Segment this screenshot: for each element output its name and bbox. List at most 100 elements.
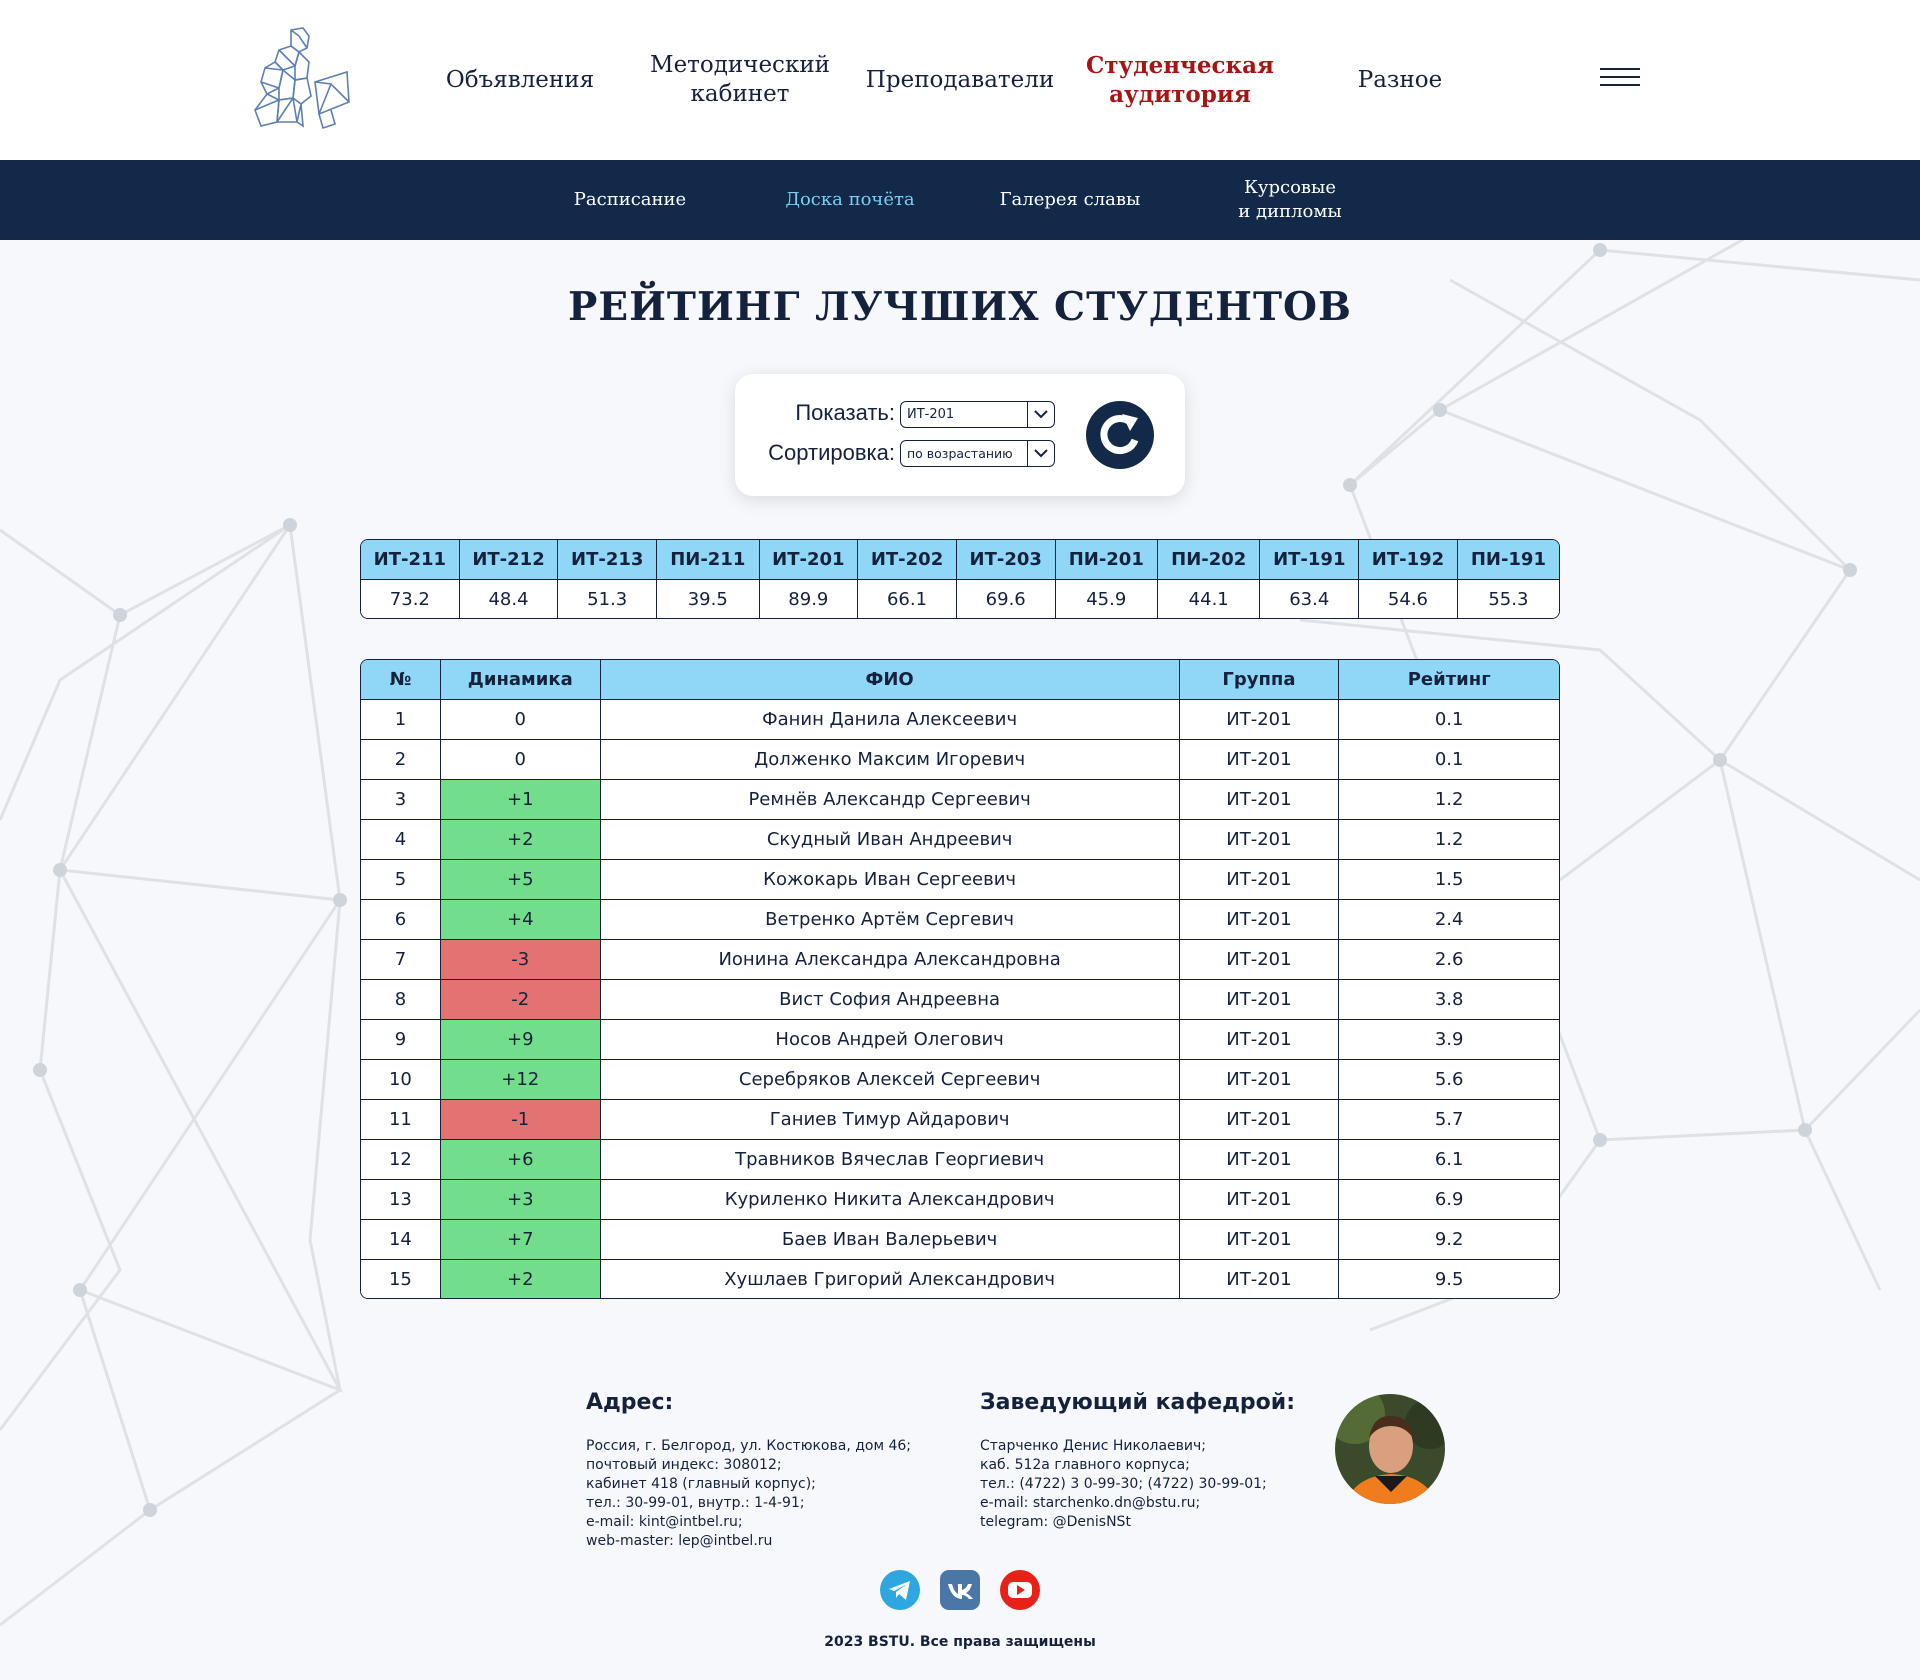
cell-group: ИТ-201 [1179, 940, 1340, 980]
subnav-coursework[interactable]: Курсовые и дипломы [1200, 160, 1380, 240]
group-header-cell: ИТ-213 [558, 540, 658, 580]
cell-group: ИТ-201 [1179, 1100, 1340, 1140]
header-rating[interactable]: Рейтинг [1339, 660, 1559, 700]
group-score-cell: 89.9 [759, 580, 859, 618]
nav-methodical-office[interactable]: Методический кабинет [645, 0, 835, 160]
group-header-cell: ПИ-201 [1055, 540, 1158, 580]
sort-select-value: по возрастанию [907, 446, 1013, 461]
sort-select[interactable]: по возрастанию [900, 440, 1055, 467]
student-rating-table: № Динамика ФИО Группа Рейтинг 1 0 Фанин Да… [360, 659, 1560, 1299]
head-of-department-title: Заведующий кафедрой: [980, 1390, 1295, 1415]
table-row: 3 +1 Ремнёв Александр Сергеевич ИТ-201 1.2 [361, 780, 1559, 820]
nav-student-auditorium[interactable]: Студенческая аудитория [1080, 0, 1280, 160]
table-row: 7 -3 Ионина Александра Александровна ИТ-201… [361, 940, 1559, 980]
cell-name: Ионина Александра Александровна [600, 940, 1180, 980]
cell-name: Вист София Андреевна [600, 980, 1180, 1020]
group-select[interactable]: ИТ-201 [900, 401, 1055, 428]
table-row: 1 0 Фанин Данила Алексеевич ИТ-201 0.1 [361, 700, 1559, 740]
refresh-icon[interactable] [1085, 400, 1155, 470]
cell-name: Кожокарь Иван Сергеевич [600, 860, 1180, 900]
cell-group: ИТ-201 [1179, 740, 1340, 780]
cell-dynamics: +2 [440, 1260, 601, 1298]
thinker-computer-logo[interactable] [245, 22, 357, 134]
vk-icon[interactable] [940, 1570, 980, 1610]
group-header-cell: ПИ-211 [657, 540, 760, 580]
cell-group: ИТ-201 [1179, 780, 1340, 820]
cell-name: Ремнёв Александр Сергеевич [600, 780, 1180, 820]
cell-dynamics: -2 [440, 980, 601, 1020]
sort-label: Сортировка: [768, 440, 895, 465]
cell-num: 12 [361, 1140, 441, 1180]
cell-name: Долженко Максим Игоревич [600, 740, 1180, 780]
group-header-cell: ИТ-212 [459, 540, 559, 580]
group-header-cell: ИТ-191 [1260, 540, 1360, 580]
cell-name: Травников Вячеслав Георгиевич [600, 1140, 1180, 1180]
head-of-department-text: Старченко Денис Николаевич; каб. 512а гл… [980, 1438, 1267, 1530]
address-title: Адрес: [586, 1390, 674, 1415]
header-num[interactable]: № [361, 660, 441, 700]
cell-dynamics: -3 [440, 940, 601, 980]
show-label: Показать: [795, 400, 895, 425]
filter-panel: Показать: ИТ-201 Сортировка: по возраста… [735, 374, 1185, 496]
cell-dynamics: +5 [440, 860, 601, 900]
group-score-cell: 51.3 [558, 580, 658, 618]
cell-dynamics: +12 [440, 1060, 601, 1100]
group-score-cell: 44.1 [1158, 580, 1261, 618]
table-row: 12 +6 Травников Вячеслав Георгиевич ИТ-201 6… [361, 1140, 1559, 1180]
table-row: 9 +9 Носов Андрей Олегович ИТ-201 3.9 [361, 1020, 1559, 1060]
chevron-down-icon [1027, 441, 1054, 466]
cell-rating: 1.5 [1339, 860, 1559, 900]
burger-menu-icon[interactable] [1600, 68, 1640, 90]
header-group[interactable]: Группа [1179, 660, 1340, 700]
cell-dynamics: +9 [440, 1020, 601, 1060]
cell-rating: 2.4 [1339, 900, 1559, 940]
nav-announcements[interactable]: Объявления [440, 0, 600, 160]
group-score-row: 73.2 48.4 51.3 39.5 89.9 66.1 69.6 45.9 44.1 63.4… [361, 580, 1559, 618]
top-header: Объявления Методический кабинет Преподав… [0, 0, 1920, 160]
cell-rating: 9.5 [1339, 1260, 1559, 1298]
cell-num: 8 [361, 980, 441, 1020]
group-score-cell: 39.5 [657, 580, 760, 618]
cell-rating: 6.9 [1339, 1180, 1559, 1220]
table-row: 5 +5 Кожокарь Иван Сергеевич ИТ-201 1.5 [361, 860, 1559, 900]
cell-rating: 1.2 [1339, 780, 1559, 820]
cell-name: Баев Иван Валерьевич [600, 1220, 1180, 1260]
group-header-cell: ИТ-192 [1359, 540, 1458, 580]
cell-rating: 9.2 [1339, 1220, 1559, 1260]
group-score-cell: 55.3 [1457, 580, 1559, 618]
group-score-cell: 73.2 [361, 580, 460, 618]
group-score-cell: 63.4 [1260, 580, 1360, 618]
header-name[interactable]: ФИО [600, 660, 1180, 700]
cell-dynamics: 0 [440, 700, 601, 740]
subnav-gallery[interactable]: Галерея славы [980, 160, 1160, 240]
group-score-cell: 45.9 [1055, 580, 1158, 618]
table-row: 4 +2 Скудный Иван Андреевич ИТ-201 1.2 [361, 820, 1559, 860]
cell-num: 3 [361, 780, 441, 820]
cell-dynamics: +2 [440, 820, 601, 860]
nav-misc[interactable]: Разное [1320, 0, 1480, 160]
cell-rating: 3.9 [1339, 1020, 1559, 1060]
cell-name: Носов Андрей Олегович [600, 1020, 1180, 1060]
subnav-honor-board[interactable]: Доска почёта [760, 160, 940, 240]
group-header-cell: ИТ-201 [759, 540, 859, 580]
cell-num: 15 [361, 1260, 441, 1298]
cell-group: ИТ-201 [1179, 900, 1340, 940]
group-header-cell: ИТ-203 [956, 540, 1056, 580]
cell-group: ИТ-201 [1179, 700, 1340, 740]
cell-group: ИТ-201 [1179, 1220, 1340, 1260]
cell-num: 14 [361, 1220, 441, 1260]
nav-teachers[interactable]: Преподаватели [860, 0, 1060, 160]
page-title: РЕЙТИНГ ЛУЧШИХ СТУДЕНТОВ [568, 284, 1352, 330]
telegram-icon[interactable] [880, 1570, 920, 1610]
subnav-schedule[interactable]: Расписание [540, 160, 720, 240]
cell-num: 6 [361, 900, 441, 940]
cell-group: ИТ-201 [1179, 860, 1340, 900]
youtube-icon[interactable] [1000, 1570, 1040, 1610]
header-dynamics[interactable]: Динамика [440, 660, 601, 700]
cell-group: ИТ-201 [1179, 1060, 1340, 1100]
cell-num: 5 [361, 860, 441, 900]
group-header-cell: ИТ-202 [858, 540, 957, 580]
group-header-cell: ПИ-202 [1158, 540, 1261, 580]
group-score-cell: 69.6 [956, 580, 1056, 618]
cell-dynamics: 0 [440, 740, 601, 780]
